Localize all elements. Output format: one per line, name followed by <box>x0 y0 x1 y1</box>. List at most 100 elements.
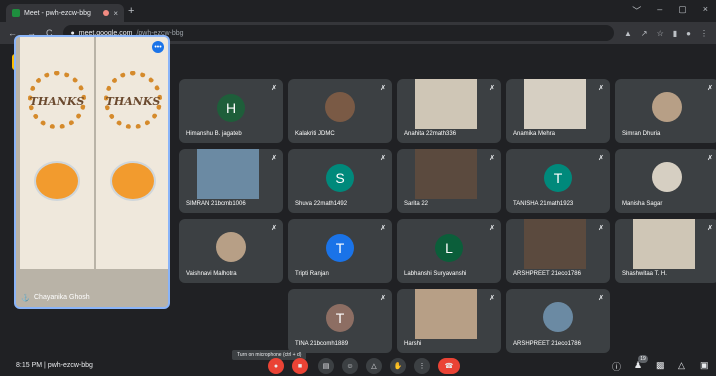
participant-tile[interactable]: ✗ Shashwitaa T. H. <box>615 219 716 283</box>
info-separator: | <box>44 362 46 369</box>
muted-mic-icon: ✗ <box>489 295 495 302</box>
participant-tile[interactable]: ✗ ARSHPREET 21eco1786 <box>506 289 610 353</box>
meet-favicon-icon <box>12 9 20 17</box>
meeting-info: 8:15 PM | pwh-ezcw-bbg <box>16 362 93 369</box>
activities-icon[interactable]: △ <box>678 360 685 371</box>
participant-name: Sarita 22 <box>404 201 429 207</box>
participant-profile-picture <box>216 232 246 263</box>
chat-icon[interactable]: ▩ <box>656 360 665 371</box>
leave-call-button[interactable]: ☎ <box>438 358 460 374</box>
muted-mic-icon: ✗ <box>380 295 386 302</box>
participant-name: Vaishnavi Malhotra <box>186 271 237 277</box>
participant-tile[interactable]: ✗ Anahita 22math336 <box>397 79 501 143</box>
profile-avatar-icon[interactable]: ● <box>686 29 691 38</box>
participant-name: Labhanshi Suryavanshi <box>404 271 467 277</box>
participant-name: Manisha Sagar <box>622 201 663 207</box>
muted-mic-icon: ✗ <box>489 155 495 162</box>
participant-name: Shuva 22math1492 <box>295 201 348 207</box>
participant-tile[interactable]: T ✗ TINA 21bcomh1889 <box>288 289 392 353</box>
participant-tile[interactable]: ✗ Anamika Mehra <box>506 79 610 143</box>
muted-mic-icon: ✗ <box>380 225 386 232</box>
tab-title: Meet - pwh-ezcw-bbg <box>24 9 91 17</box>
participant-avatar: S <box>326 164 354 193</box>
close-window-button[interactable]: × <box>703 4 708 17</box>
info-icon[interactable]: ⓘ <box>612 360 621 373</box>
pumpkin-right <box>110 161 156 201</box>
participant-name: Tripti Ranjan <box>295 271 329 277</box>
participant-name: Anahita 22math336 <box>404 131 457 137</box>
participant-tile[interactable]: L ✗ Labhanshi Suryavanshi <box>397 219 501 283</box>
lock-controls-icon[interactable]: ▣ <box>700 360 709 371</box>
browser-tab[interactable]: Meet - pwh-ezcw-bbg × <box>6 4 124 22</box>
participant-name: Kalakriti JDMC <box>295 131 335 137</box>
participant-name: Himanshu B. jagateb <box>186 131 242 137</box>
browser-tab-strip: Meet - pwh-ezcw-bbg × + ﹀ – ▢ × <box>0 0 716 22</box>
participant-tile[interactable]: T ✗ Tripti Ranjan <box>288 219 392 283</box>
participant-name: TANISHA 21math1923 <box>513 201 574 207</box>
participant-tile[interactable]: ✗ Harshi <box>397 289 501 353</box>
sidepanel-icon[interactable]: ▮ <box>673 29 677 38</box>
kebab-icon: ⋮ <box>418 363 426 370</box>
restore-button[interactable]: ▢ <box>678 4 687 17</box>
window-controls: ﹀ – ▢ × <box>632 4 708 17</box>
camera-toggle-button[interactable]: ■ <box>292 358 308 374</box>
participant-tile[interactable]: ✗ Sarita 22 <box>397 149 501 213</box>
participant-video <box>415 149 477 199</box>
participant-tile[interactable]: S ✗ Shuva 22math1492 <box>288 149 392 213</box>
muted-mic-icon: ✗ <box>489 85 495 92</box>
participant-avatar: T <box>326 304 354 333</box>
participant-tile[interactable]: H ✗ Himanshu B. jagateb <box>179 79 283 143</box>
star-icon[interactable]: ☆ <box>657 29 664 38</box>
pinned-participant-tile[interactable]: THANKS THANKS ••• ⚓ Chayanika Ghosh <box>14 35 170 309</box>
participant-profile-picture <box>543 302 573 333</box>
muted-mic-icon: ✗ <box>489 225 495 232</box>
participant-name: Shashwitaa T. H. <box>622 271 667 277</box>
participant-tile[interactable]: ✗ Manisha Sagar <box>615 149 716 213</box>
muted-mic-icon: ✗ <box>598 85 604 92</box>
participant-avatar: T <box>544 164 572 193</box>
participant-tile[interactable]: ✗ Simran Dhuria <box>615 79 716 143</box>
people-icon[interactable]: ♟ <box>634 360 642 371</box>
participant-name: TINA 21bcomh1889 <box>295 341 349 347</box>
participant-tile[interactable]: ✗ Vaishnavi Malhotra <box>179 219 283 283</box>
participant-tile[interactable]: ✗ Kalakriti JDMC <box>288 79 392 143</box>
tab-close-icon[interactable]: × <box>113 9 118 18</box>
participant-name: Simran Dhuria <box>622 131 661 137</box>
more-options-button[interactable]: ⋮ <box>414 358 430 374</box>
tile-more-options-button[interactable]: ••• <box>152 41 164 53</box>
mic-off-icon: ● <box>273 362 279 370</box>
participant-video <box>524 79 586 129</box>
raise-hand-button[interactable]: ✋ <box>390 358 406 374</box>
muted-mic-icon: ✗ <box>707 85 713 92</box>
captions-button[interactable]: ▤ <box>318 358 334 374</box>
present-icon: △ <box>371 363 377 370</box>
participant-profile-picture <box>325 92 355 123</box>
tab-search-icon[interactable]: ﹀ <box>632 4 641 17</box>
participant-video <box>197 149 259 199</box>
muted-mic-icon: ✗ <box>380 155 386 162</box>
participant-video <box>633 219 695 269</box>
new-tab-button[interactable]: + <box>128 5 134 17</box>
participant-name: Harshi <box>404 341 422 347</box>
hangup-icon: ☎ <box>444 363 454 370</box>
emoji-button[interactable]: ☺ <box>342 358 358 374</box>
participant-tile[interactable]: ✗ ARSHPREET 21eco1786 <box>506 219 610 283</box>
present-button[interactable]: △ <box>366 358 382 374</box>
minimize-button[interactable]: – <box>657 4 662 17</box>
toolbar-icons: ▲ ↗ ☆ ▮ ● ⋮ <box>624 29 708 38</box>
share-icon[interactable]: ↗ <box>641 29 648 38</box>
participant-tile[interactable]: T ✗ TANISHA 21math1923 <box>506 149 610 213</box>
participant-video <box>524 219 586 269</box>
muted-mic-icon: ✗ <box>707 225 713 232</box>
emoji-icon: ☺ <box>346 362 354 370</box>
camera-permission-icon[interactable]: ▲ <box>624 29 632 38</box>
muted-mic-icon: ✗ <box>271 155 277 162</box>
mic-toggle-button[interactable]: ● <box>268 358 284 374</box>
muted-mic-icon: ✗ <box>271 85 277 92</box>
participant-avatar: T <box>326 234 354 263</box>
participant-video <box>415 289 477 339</box>
muted-mic-icon: ✗ <box>380 85 386 92</box>
participant-tile[interactable]: ✗ SIMRAN 21bcmb1006 <box>179 149 283 213</box>
meeting-code: pwh-ezcw-bbg <box>47 362 93 369</box>
menu-kebab-icon[interactable]: ⋮ <box>700 29 708 38</box>
